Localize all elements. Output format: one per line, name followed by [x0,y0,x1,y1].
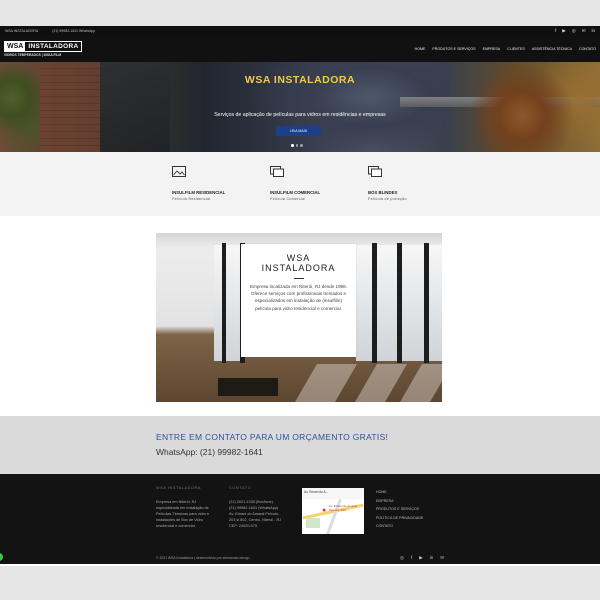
instagram-icon[interactable]: ◎ [400,555,404,561]
hero-title: WSA INSTALADORA [244,74,356,86]
nav-contato[interactable]: CONTATO [579,47,596,51]
footer-links: HOME EMPRESA PRODUTOS E SERVIÇOS POLÍTIC… [376,488,423,531]
topbar-social: f ▶ ◎ ✉ in [555,28,595,34]
map-pin-label: Av. Ernani do Amaral Peixoto, 203 ... [329,504,357,512]
site-footer: WSA INSTALADORA Empresa em Niterói, RJ e… [0,474,600,564]
about-section: WSA INSTALADORA Empresa localizada em Ni… [0,216,600,416]
services-section: INSULFILM RESIDENCIAL Película Residenci… [0,152,600,216]
nav-clientes[interactable]: CLIENTES [507,47,525,51]
footer-link-produtos[interactable]: PRODUTOS E SERVIÇOS [376,505,423,514]
contact-cta: ENTRE EM CONTATO PARA UM ORÇAMENTO GRATI… [0,416,600,474]
nav-assistencia[interactable]: ASSISTÊNCIA TÉCNICA [532,47,572,51]
picture-icon [172,166,186,177]
linkedin-icon[interactable]: in [591,28,595,34]
website-page: WSA INSTALADORA (21) 99982-1641 WhatsApp… [0,26,600,566]
footer-contact: CONTATO (21) 2621-1035 (fixo/fone) (21) … [229,486,297,529]
email-icon[interactable]: ✉ [440,555,444,561]
linkedin-icon[interactable]: in [430,555,434,561]
about-text: Empresa localizada em Niterói, RJ desde … [249,284,348,311]
logo-wsa: WSA [5,42,26,51]
service-residencial[interactable]: INSULFILM RESIDENCIAL Película Residenci… [172,166,232,216]
nav-empresa[interactable]: EMPRESA [483,47,501,51]
footer-about-heading: WSA INSTALADORA [156,486,202,490]
about-title-line1: WSA [286,253,311,263]
main-nav: HOME PRODUTOS E SERVIÇOS EMPRESA CLIENTE… [415,47,596,51]
top-bar: WSA INSTALADORA (21) 99982-1641 WhatsApp… [0,26,600,36]
topbar-company: WSA INSTALADORA [5,29,39,33]
copyright: © 2021 WSA Instaladora | desenvolvido po… [156,556,250,560]
service-subtitle: Película de proteção [368,197,407,201]
service-subtitle: Película Residencial [172,197,211,201]
service-title: BOX BLINDEX [368,190,398,195]
service-comercial[interactable]: INSULFILM COMERCIAL Película Comercial [270,166,330,216]
footer-bottom: © 2021 WSA Instaladora | desenvolvido po… [0,552,600,564]
slider-dots [291,144,303,147]
footer-about: WSA INSTALADORA Empresa em Niterói, RJ e… [156,486,218,529]
map-pin-icon: ● [322,507,327,514]
contact-headline: ENTRE EM CONTATO PARA UM ORÇAMENTO GRATI… [156,432,389,442]
hero-slider: WSA INSTALADORA Serviços de aplicação de… [0,62,600,152]
slider-dot[interactable] [291,144,294,147]
contact-whatsapp[interactable]: WhatsApp: (21) 99982-1641 [156,447,600,457]
slider-dot[interactable] [295,144,298,147]
location-map[interactable]: Av. Ernani do A... ● Av. Ernani do Amara… [302,488,364,534]
site-header: WSA INSTALADORA VIDROS TEMPERADOS | INSU… [0,36,600,62]
nav-produtos[interactable]: PRODUTOS E SERVIÇOS [432,47,475,51]
youtube-icon[interactable]: ▶ [562,28,565,34]
email-icon[interactable]: ✉ [582,28,586,34]
footer-link-contato[interactable]: CONTATO [376,522,423,531]
about-card: WSA INSTALADORA Empresa localizada em Ni… [241,244,356,357]
service-title: INSULFILM COMERCIAL [270,190,321,195]
footer-link-empresa[interactable]: EMPRESA [376,497,423,506]
windows-icon [270,166,284,177]
site-logo[interactable]: WSA INSTALADORA VIDROS TEMPERADOS | INSU… [4,41,83,57]
hero-text: Serviços de aplicação de películas para … [214,112,386,118]
service-title: INSULFILM RESIDENCIAL [172,190,226,195]
box-icon [368,166,382,177]
map-place-name: Av. Ernani do A... [302,488,364,499]
nav-home[interactable]: HOME [415,47,426,51]
facebook-icon[interactable]: f [555,28,556,34]
footer-contact-line: CEP: 24020-075 [229,524,258,528]
instagram-icon[interactable]: ◎ [572,28,576,34]
service-box-blindex[interactable]: BOX BLINDEX Película de proteção [368,166,428,216]
footer-about-text: Empresa em Niterói, RJ especializada em … [156,500,210,528]
facebook-icon[interactable]: f [411,555,412,561]
read-more-button[interactable]: LEIA MAIS [276,126,321,136]
footer-link-home[interactable]: HOME [376,488,423,497]
footer-link-privacidade[interactable]: POLÍTICA DE PRIVACIDADE [376,514,423,523]
topbar-phone[interactable]: (21) 99982-1641 WhatsApp [52,29,95,33]
slider-dot[interactable] [300,144,303,147]
logo-tagline: VIDROS TEMPERADOS | INSULFILM [4,53,62,57]
logo-instaladora: INSTALADORA [28,43,79,50]
footer-contact-heading: CONTATO [229,486,252,490]
about-title-line2: INSTALADORA [261,263,336,273]
footer-social: ◎ f ▶ in ✉ [400,555,444,561]
youtube-icon[interactable]: ▶ [419,555,422,561]
service-subtitle: Película Comercial [270,197,306,201]
